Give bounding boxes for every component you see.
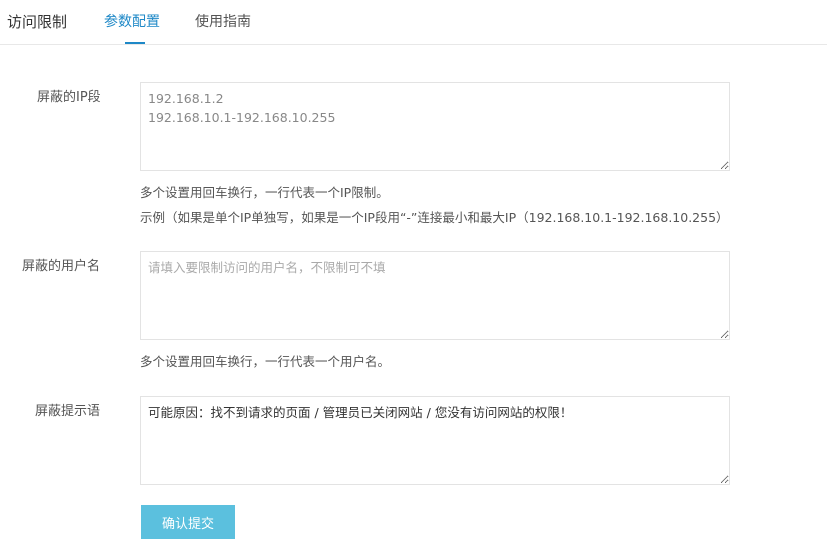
username-label: 屏蔽的用户名 bbox=[22, 259, 101, 274]
tab-bar: 访问限制 参数配置 使用指南 bbox=[0, 0, 827, 45]
tab-access-limit[interactable]: 访问限制 bbox=[7, 12, 67, 32]
ip-range-hint: 多个设置用回车换行，一行代表一个IP限制。 bbox=[140, 185, 389, 200]
ip-range-example: 示例（如果是单个IP单独写，如果是一个IP段用“-”连接最小和最大IP（192.… bbox=[140, 210, 729, 225]
username-hint: 多个设置用回车换行，一行代表一个用户名。 bbox=[140, 354, 391, 369]
tab-usage-guide[interactable]: 使用指南 bbox=[195, 12, 251, 32]
username-textarea[interactable] bbox=[140, 251, 730, 340]
ip-range-label: 屏蔽的IP段 bbox=[37, 90, 101, 105]
block-message-label: 屏蔽提示语 bbox=[35, 404, 101, 419]
block-message-textarea[interactable] bbox=[140, 396, 730, 485]
submit-button[interactable]: 确认提交 bbox=[141, 505, 235, 539]
ip-range-textarea[interactable] bbox=[140, 82, 730, 171]
tab-param-config[interactable]: 参数配置 bbox=[104, 12, 160, 44]
